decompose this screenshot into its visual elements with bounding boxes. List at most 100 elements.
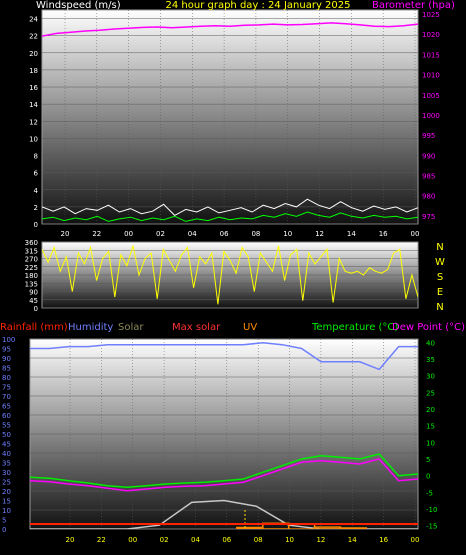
rainfall-legend: Rainfall (mm): [0, 322, 68, 333]
temperature-tick-label: -5: [426, 489, 433, 497]
max-solar-legend: Max solar: [172, 322, 221, 333]
direction-tick-label: 90: [29, 289, 38, 297]
temperature-tick-label: 20: [426, 406, 435, 414]
humidity-tick-label: 90: [2, 355, 11, 363]
temperature-tick-label: 5: [426, 456, 430, 464]
hour-tick-label: 16: [379, 536, 388, 544]
humidity-tick-label: 75: [2, 384, 11, 392]
barometer-tick-label: 1010: [422, 72, 440, 80]
hour-tick-label: 06: [222, 536, 231, 544]
direction-tick-label: 180: [25, 272, 38, 280]
humidity-tick-label: 5: [2, 517, 6, 525]
hour-tick-label: 22: [97, 536, 106, 544]
hour-tick-label: 02: [160, 536, 169, 544]
windspeed-tick-label: 2: [34, 204, 38, 212]
hour-tick-label: 00: [411, 536, 420, 544]
windspeed-tick-label: 20: [29, 50, 38, 58]
humidity-tick-label: 60: [2, 412, 11, 420]
compass-letter: S: [437, 272, 443, 283]
hour-tick-label: 14: [347, 230, 356, 238]
compass-letter: W: [435, 257, 445, 268]
humidity-tick-label: 70: [2, 393, 11, 401]
hour-tick-label: 00: [124, 230, 133, 238]
humidity-tick-label: 65: [2, 403, 11, 411]
rain-bar: [339, 527, 368, 529]
barometer-axis-title: Barometer (hpa): [372, 0, 455, 11]
humidity-tick-label: 25: [2, 479, 11, 487]
temperature-tick-label: 35: [426, 356, 435, 364]
barometer-tick-label: 1005: [422, 92, 440, 100]
direction-tick-label: 0: [34, 305, 38, 313]
windspeed-tick-label: 12: [29, 118, 38, 126]
direction-tick-label: 45: [29, 297, 38, 305]
temperature-tick-label: -10: [426, 506, 437, 514]
graph-canvas: 024681012141618202224 975980985990995100…: [0, 0, 465, 544]
hour-tick-label: 06: [220, 230, 229, 238]
hour-tick-label: 04: [188, 230, 197, 238]
humidity-tick-label: 15: [2, 498, 11, 506]
weather-graph: 0 2 4 6 8 10 12 14 16 18 20 22 24 975 980 985 990 995 100…: [0, 0, 466, 555]
humidity-tick-label: 40: [2, 450, 11, 458]
humidity-tick-label: 50: [2, 431, 11, 439]
windspeed-tick-label: 14: [29, 101, 38, 109]
humidity-tick-label: 0: [2, 526, 6, 534]
solar-legend: Solar: [118, 322, 144, 333]
humidity-tick-label: 30: [2, 469, 11, 477]
humidity-tick-label: 10: [2, 507, 11, 515]
hour-tick-label: 12: [315, 230, 324, 238]
hour-tick-label: 08: [254, 536, 263, 544]
humidity-tick-label: 20: [2, 488, 11, 496]
humidity-tick-label: 95: [2, 346, 11, 354]
wind-pressure-plot-area: [41, 9, 419, 225]
windspeed-tick-label: 10: [29, 135, 38, 143]
temperature-tick-label: -15: [426, 523, 437, 531]
temperature-tick-label: 10: [426, 439, 435, 447]
humidity-tick-label: 55: [2, 422, 11, 430]
barometer-tick-label: 995: [422, 132, 435, 140]
barometer-tick-label: 980: [422, 193, 435, 201]
humidity-legend: Humidity: [68, 322, 113, 333]
dew-point-legend: Dew Point (°C): [392, 322, 465, 333]
hour-tick-label: 00: [411, 230, 420, 238]
temperature-tick-label: 0: [426, 473, 430, 481]
windspeed-tick-label: 6: [34, 170, 39, 178]
uv-legend: UV: [243, 322, 257, 333]
windspeed-tick-label: 24: [29, 16, 38, 24]
temperature-tick-label: 15: [426, 423, 435, 431]
direction-tick-label: 225: [25, 264, 38, 272]
windspeed-tick-label: 8: [34, 153, 38, 161]
windspeed-tick-label: 18: [29, 67, 38, 75]
rain-bar: [236, 526, 264, 529]
windspeed-tick-label: 4: [34, 187, 39, 195]
hour-tick-label: 20: [61, 230, 70, 238]
barometer-tick-label: 975: [422, 213, 435, 221]
hour-tick-label: 22: [92, 230, 101, 238]
hour-tick-label: 10: [283, 230, 292, 238]
windspeed-tick-label: 22: [29, 33, 38, 41]
temperature-legend: Temperature (°C): [311, 322, 398, 333]
hour-tick-label: 10: [285, 536, 294, 544]
hour-tick-label: 08: [251, 230, 260, 238]
hour-tick-label: 16: [379, 230, 388, 238]
barometer-tick-label: 990: [422, 152, 435, 160]
compass-letter: N: [436, 302, 443, 313]
direction-tick-label: 360: [25, 239, 38, 247]
temperature-tick-label: 30: [426, 373, 435, 381]
barometer-tick-label: 1020: [422, 31, 440, 39]
compass-letter: N: [436, 242, 443, 253]
direction-tick-label: 315: [25, 247, 38, 255]
barometer-tick-label: 1000: [422, 112, 440, 120]
humidity-tick-label: 80: [2, 374, 11, 382]
direction-tick-label: 270: [25, 256, 38, 264]
chart-title: 24 hour graph day : 24 January 2025: [166, 0, 351, 11]
windspeed-axis-title: Windspeed (m/s): [36, 0, 121, 11]
hour-tick-label: 04: [191, 536, 200, 544]
humidity-tick-label: 45: [2, 441, 11, 449]
compass-letter: E: [437, 287, 443, 298]
barometer-tick-label: 985: [422, 173, 435, 181]
barometer-tick-label: 1015: [422, 51, 440, 59]
hour-tick-label: 12: [316, 536, 325, 544]
hour-tick-label: 02: [156, 230, 165, 238]
humidity-tick-label: 85: [2, 365, 11, 373]
temperature-tick-label: 25: [426, 389, 435, 397]
